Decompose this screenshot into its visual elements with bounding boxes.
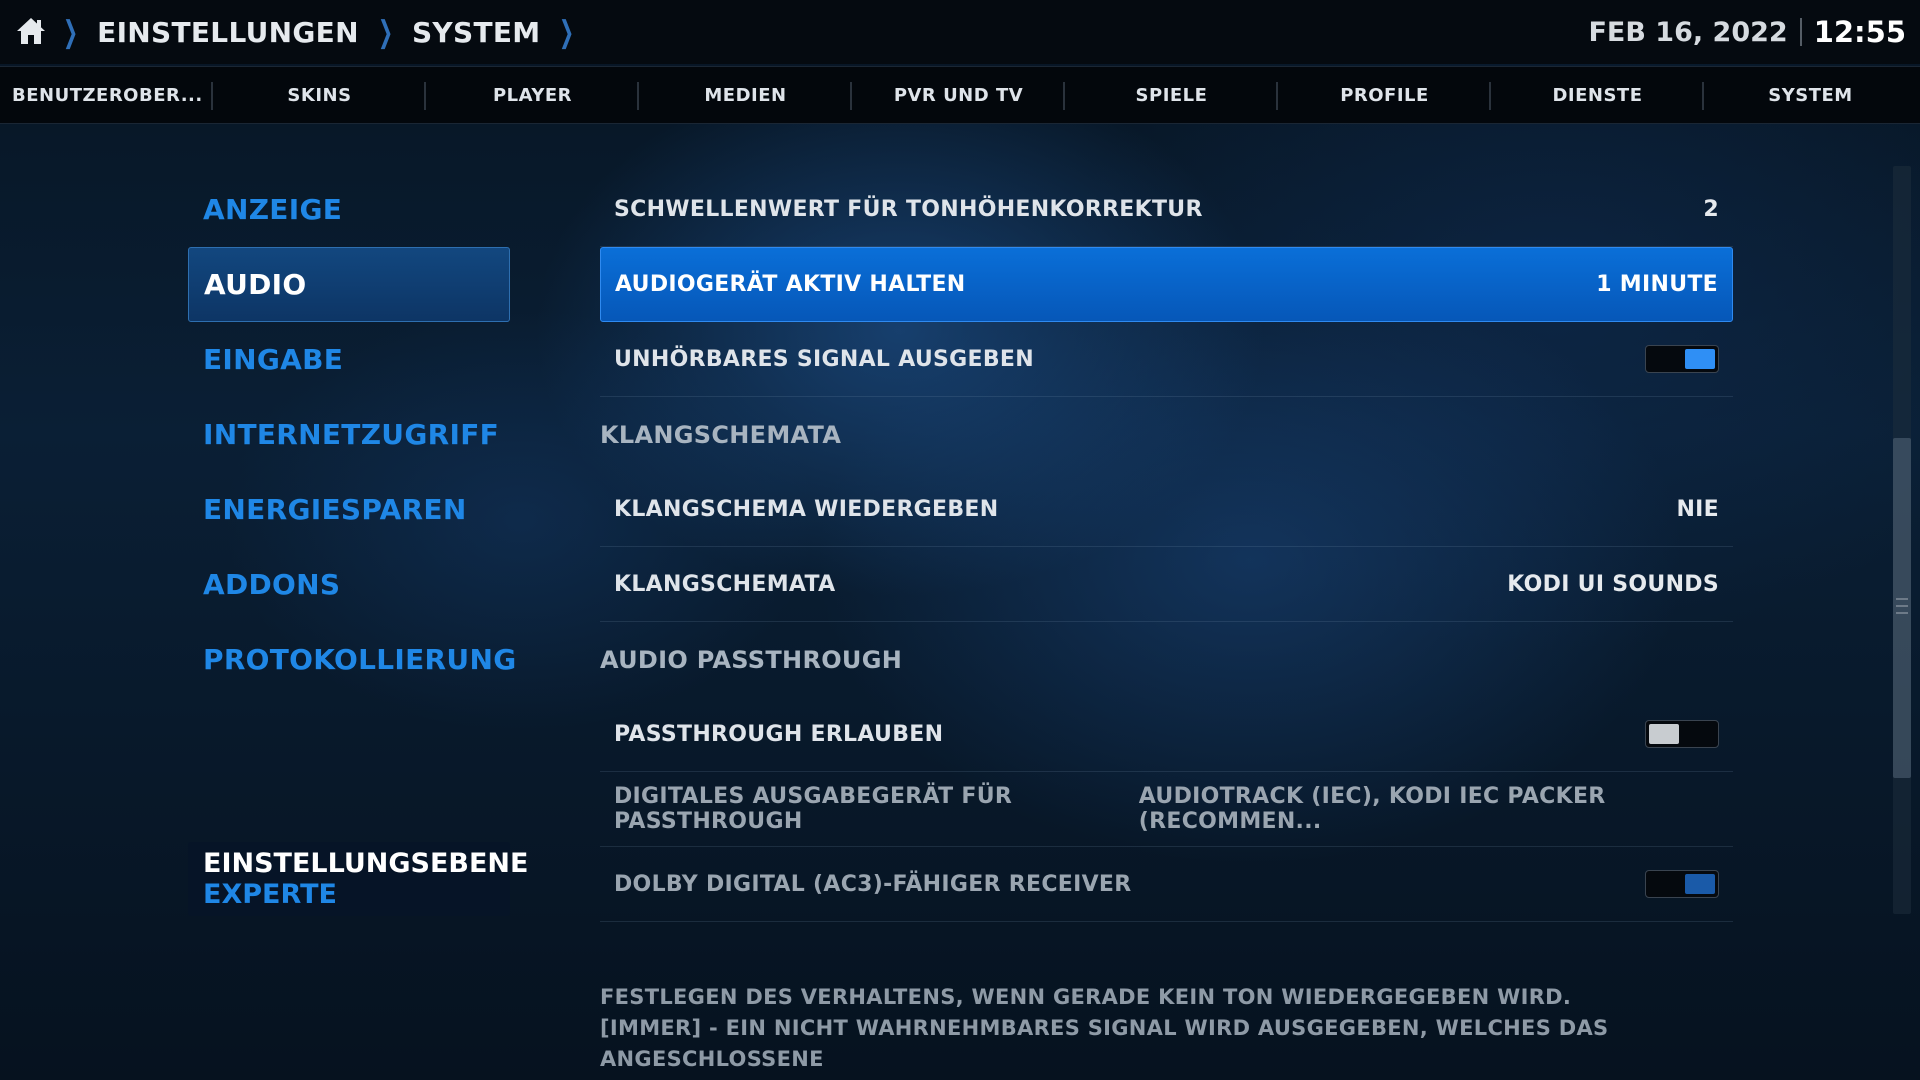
setting-sound-scheme[interactable]: KLANGSCHEMATA KODI UI SOUNDS bbox=[600, 547, 1733, 622]
setting-play-gui-sounds[interactable]: KLANGSCHEMA WIEDERGEBEN NIE bbox=[600, 472, 1733, 547]
setting-label: DOLBY DIGITAL (AC3)-FÄHIGER RECEIVER bbox=[614, 871, 1132, 897]
category-tabs: BENUTZEROBER... SKINS PLAYER MEDIEN PVR … bbox=[0, 66, 1920, 124]
setting-ac3-receiver[interactable]: DOLBY DIGITAL (AC3)-FÄHIGER RECEIVER bbox=[600, 847, 1733, 922]
setting-pitch-threshold[interactable]: SCHWELLENWERT FÜR TONHÖHENKORREKTUR 2 bbox=[600, 172, 1733, 247]
setting-label: PASSTHROUGH ERLAUBEN bbox=[614, 721, 944, 747]
toggle-switch[interactable] bbox=[1645, 720, 1719, 748]
home-icon[interactable] bbox=[14, 14, 48, 48]
breadcrumb-item-settings[interactable]: EINSTELLUNGEN bbox=[97, 16, 359, 49]
settings-level-button[interactable]: EINSTELLUNGSEBENE EXPERTE bbox=[188, 842, 529, 916]
setting-label: KLANGSCHEMATA bbox=[614, 571, 836, 597]
description-line: [IMMER] - EIN NICHT WAHRNEHMBARES SIGNAL… bbox=[600, 1016, 1609, 1071]
toggle-knob bbox=[1685, 349, 1715, 369]
setting-value: 2 bbox=[1703, 196, 1719, 222]
tab-services[interactable]: DIENSTE bbox=[1491, 67, 1704, 123]
setting-inaudible-signal[interactable]: UNHÖRBARES SIGNAL AUSGEBEN bbox=[600, 322, 1733, 397]
setting-value: 1 MINUTE bbox=[1596, 272, 1718, 297]
settings-category-menu: ANZEIGE AUDIO EINGABE INTERNETZUGRIFF EN… bbox=[188, 172, 516, 697]
section-header-passthrough: AUDIO PASSTHROUGH bbox=[600, 645, 903, 674]
clock-time: 12:55 bbox=[1813, 15, 1906, 49]
breadcrumb: ❯ EINSTELLUNGEN ❯ SYSTEM ❯ bbox=[58, 10, 580, 54]
tab-media[interactable]: MEDIEN bbox=[639, 67, 852, 123]
scrollbar-grip-icon bbox=[1896, 598, 1908, 614]
chevron-right-icon: ❯ bbox=[63, 14, 79, 50]
menu-item-logging[interactable]: PROTOKOLLIERUNG bbox=[188, 622, 516, 697]
setting-value: AUDIOTRACK (IEC), KODI IEC PACKER (RECOM… bbox=[1138, 784, 1606, 834]
clock-divider bbox=[1799, 18, 1802, 46]
menu-item-addons[interactable]: ADDONS bbox=[188, 547, 510, 622]
breadcrumb-item-system[interactable]: SYSTEM bbox=[412, 16, 541, 49]
clock: FEB 16, 2022 12:55 bbox=[1588, 10, 1906, 54]
setting-keep-alive[interactable]: AUDIOGERÄT AKTIV HALTEN 1 MINUTE bbox=[600, 247, 1733, 322]
clock-date: FEB 16, 2022 bbox=[1588, 16, 1788, 48]
setting-label: AUDIOGERÄT AKTIV HALTEN bbox=[615, 272, 966, 297]
tab-skins[interactable]: SKINS bbox=[213, 67, 426, 123]
menu-item-audio[interactable]: AUDIO bbox=[188, 247, 510, 322]
tab-system[interactable]: SYSTEM bbox=[1704, 67, 1917, 123]
setting-value: NIE bbox=[1676, 496, 1719, 522]
tab-pvr[interactable]: PVR UND TV bbox=[852, 67, 1065, 123]
settings-list: SCHWELLENWERT FÜR TONHÖHENKORREKTUR 2 AU… bbox=[600, 172, 1733, 922]
tab-games[interactable]: SPIELE bbox=[1065, 67, 1278, 123]
setting-label: SCHWELLENWERT FÜR TONHÖHENKORREKTUR bbox=[614, 196, 1203, 222]
setting-label: KLANGSCHEMA WIEDERGEBEN bbox=[614, 496, 999, 522]
setting-allow-passthrough[interactable]: PASSTHROUGH ERLAUBEN bbox=[600, 697, 1733, 772]
menu-item-power-saving[interactable]: ENERGIESPAREN bbox=[188, 472, 510, 547]
tab-interface[interactable]: BENUTZEROBER... bbox=[0, 67, 213, 123]
tab-profiles[interactable]: PROFILE bbox=[1278, 67, 1491, 123]
tab-player[interactable]: PLAYER bbox=[426, 67, 639, 123]
toggle-switch[interactable] bbox=[1645, 870, 1719, 898]
toggle-knob bbox=[1685, 874, 1715, 894]
menu-item-input[interactable]: EINGABE bbox=[188, 322, 510, 397]
chevron-right-icon: ❯ bbox=[377, 14, 393, 50]
setting-value: KODI UI SOUNDS bbox=[1507, 571, 1719, 597]
section-header-sounds: KLANGSCHEMATA bbox=[600, 420, 842, 449]
setting-passthrough-device[interactable]: DIGITALES AUSGABEGERÄT FÜR PASSTHROUGH A… bbox=[600, 772, 1733, 847]
chevron-right-icon: ❯ bbox=[559, 14, 575, 50]
toggle-switch[interactable] bbox=[1645, 345, 1719, 373]
description-line: FESTLEGEN DES VERHALTENS, WENN GERADE KE… bbox=[600, 985, 1572, 1009]
setting-description: FESTLEGEN DES VERHALTENS, WENN GERADE KE… bbox=[600, 982, 1740, 1075]
menu-item-display[interactable]: ANZEIGE bbox=[188, 172, 510, 247]
setting-label: UNHÖRBARES SIGNAL AUSGEBEN bbox=[614, 346, 1034, 372]
settings-level-value: EXPERTE bbox=[203, 879, 337, 910]
menu-item-internet[interactable]: INTERNETZUGRIFF bbox=[188, 397, 510, 472]
setting-label: DIGITALES AUSGABEGERÄT FÜR PASSTHROUGH bbox=[614, 784, 1013, 834]
top-bar: ❯ EINSTELLUNGEN ❯ SYSTEM ❯ FEB 16, 2022 … bbox=[0, 0, 1920, 64]
toggle-knob bbox=[1649, 724, 1679, 744]
settings-level-title: EINSTELLUNGSEBENE bbox=[203, 848, 529, 879]
